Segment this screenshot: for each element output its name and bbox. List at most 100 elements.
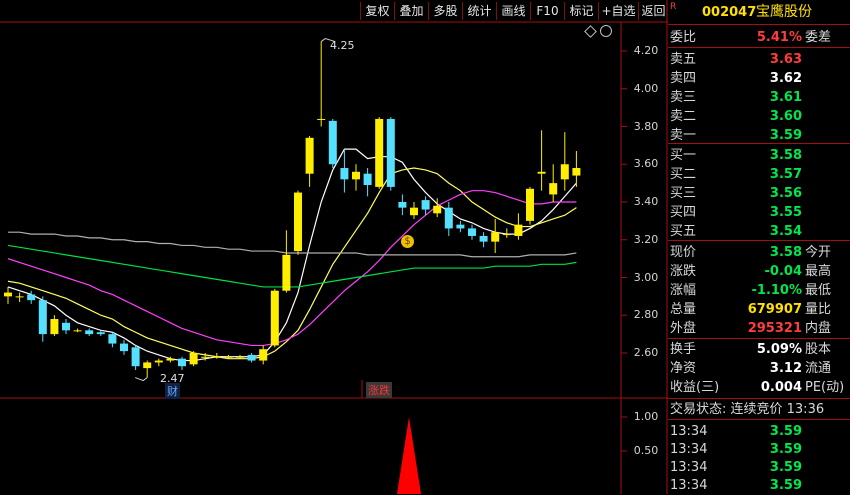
toolbar-button-6[interactable]: 标记 (564, 2, 598, 20)
toolbar-button-3[interactable]: 统计 (462, 2, 496, 20)
candle (282, 230, 291, 293)
stock-header: R 002047 宝鹰股份 (668, 2, 850, 22)
price-tick: 3.20 (633, 232, 659, 246)
stat-label-2: 最低 (805, 283, 832, 298)
stat-label-2: 今开 (805, 245, 832, 260)
stat-row: 涨跌 -0.04 最高 (668, 262, 850, 281)
tick-price: 3.59 (769, 424, 802, 439)
weicha-label: 委差 (805, 30, 832, 45)
bid-price: 3.54 (769, 224, 802, 239)
weibi-row: 委比 5.41% 委差 (668, 28, 850, 47)
ask-label: 卖二 (670, 109, 697, 124)
r-badge: R (670, 2, 677, 12)
stat-label-2: 最高 (805, 264, 832, 279)
stock-code: 002047 (702, 5, 757, 20)
ask-label: 卖三 (670, 90, 697, 105)
ma-line-ma120 (8, 231, 577, 258)
ask-price: 3.60 (769, 109, 802, 124)
toolbar-button-7[interactable]: +自选 (598, 2, 638, 20)
price-tick: 2.60 (633, 346, 659, 359)
bid-row: 买五 3.54 (668, 222, 850, 241)
candle (398, 194, 407, 216)
stat-label: 现价 (670, 245, 697, 260)
settings-icon[interactable] (600, 25, 612, 37)
price-tick: 3.00 (633, 270, 659, 284)
bid-price: 3.55 (769, 205, 802, 220)
candle (27, 290, 36, 304)
dividend-icon[interactable]: $ (401, 235, 414, 248)
stock-name: 宝鹰股份 (756, 4, 812, 20)
toolbar-button-4[interactable]: 画线 (496, 2, 530, 20)
quote-panel: R 002047 宝鹰股份 委比 5.41% 委差 卖五 3.63 卖四 3.62 卖三… (668, 0, 850, 494)
toolbar-button-0[interactable]: 复权 (360, 2, 394, 20)
candle (247, 353, 256, 363)
price-tick: 3.60 (633, 157, 659, 171)
tick-price: 3.59 (769, 442, 802, 457)
indicator-tick: 1.00 (633, 410, 659, 423)
weibi-value: 5.41% (756, 30, 802, 45)
trade-status: 交易状态: 连续竞价 13:36 (670, 402, 825, 417)
stat-row: 换手 5.09% 股本 (668, 340, 850, 359)
ask-row: 卖三 3.61 (668, 88, 850, 107)
weibi-label: 委比 (670, 30, 697, 45)
stat-row: 涨幅 -1.10% 最低 (668, 281, 850, 300)
candle (15, 292, 24, 303)
bid-row: 买二 3.57 (668, 165, 850, 184)
price-tick: 4.00 (633, 81, 659, 95)
bid-price: 3.58 (769, 148, 802, 163)
candle (178, 356, 186, 370)
stat-value: 3.58 (769, 245, 802, 260)
candle (526, 186, 534, 225)
stat-value: 295321 (747, 321, 802, 336)
stat-label-2: 量比 (805, 302, 832, 317)
stat-value: -1.10% (751, 283, 803, 298)
candle (328, 118, 337, 169)
price-tick: 2.80 (633, 308, 659, 322)
stat-row: 外盘 295321 内盘 (668, 319, 850, 338)
toolbar-button-2[interactable]: 多股 (428, 2, 462, 20)
stat-label: 外盘 (670, 321, 697, 336)
bid-label: 买四 (670, 205, 697, 220)
tick-price: 3.59 (769, 460, 802, 475)
tick-row: 13:34 3.59 (668, 476, 850, 495)
candle (38, 296, 47, 342)
bid-row: 买四 3.55 (668, 203, 850, 222)
candle (73, 328, 82, 333)
ask-row: 卖二 3.60 (668, 107, 850, 126)
candle (120, 339, 128, 355)
candle (363, 168, 372, 197)
price-tick: 3.40 (633, 195, 659, 208)
candle (62, 319, 70, 335)
candle (143, 360, 152, 378)
candle (131, 345, 140, 370)
zhangdie-indicator-label[interactable]: 涨跌 (366, 382, 392, 398)
tick-price: 3.59 (769, 478, 802, 493)
candle (85, 328, 94, 337)
stat-value: 679907 (747, 302, 802, 317)
stat-label: 总量 (670, 302, 697, 317)
ask-price: 3.62 (769, 71, 802, 86)
stat-value: -0.04 (764, 264, 802, 279)
stat-row: 收益(三) 0.004 PE(动) (668, 378, 850, 397)
candle (259, 345, 268, 365)
bid-label: 买二 (670, 167, 697, 182)
ask-price: 3.63 (769, 52, 802, 67)
tick-row: 13:34 3.59 (668, 422, 850, 441)
toolbar-button-8[interactable]: 返回 (638, 2, 668, 20)
stat-value: 0.004 (760, 380, 802, 395)
bid-row: 买三 3.56 (668, 184, 850, 203)
stat-value: 5.09% (756, 342, 802, 357)
kline-chart[interactable] (0, 0, 668, 494)
toolbar-button-5[interactable]: F10 (530, 2, 564, 20)
stat-row: 净资 3.12 流通 (668, 359, 850, 378)
candle (375, 117, 384, 189)
ma-line-ma10 (7, 167, 577, 360)
candle (537, 130, 546, 191)
stat-value: 3.12 (769, 361, 802, 376)
cai-badge[interactable]: 财 (165, 383, 180, 399)
candle (572, 151, 581, 187)
toolbar-button-1[interactable]: 叠加 (394, 2, 428, 20)
ma-line-ma60 (7, 244, 577, 288)
candle (305, 135, 314, 187)
bid-price: 3.56 (769, 186, 802, 201)
